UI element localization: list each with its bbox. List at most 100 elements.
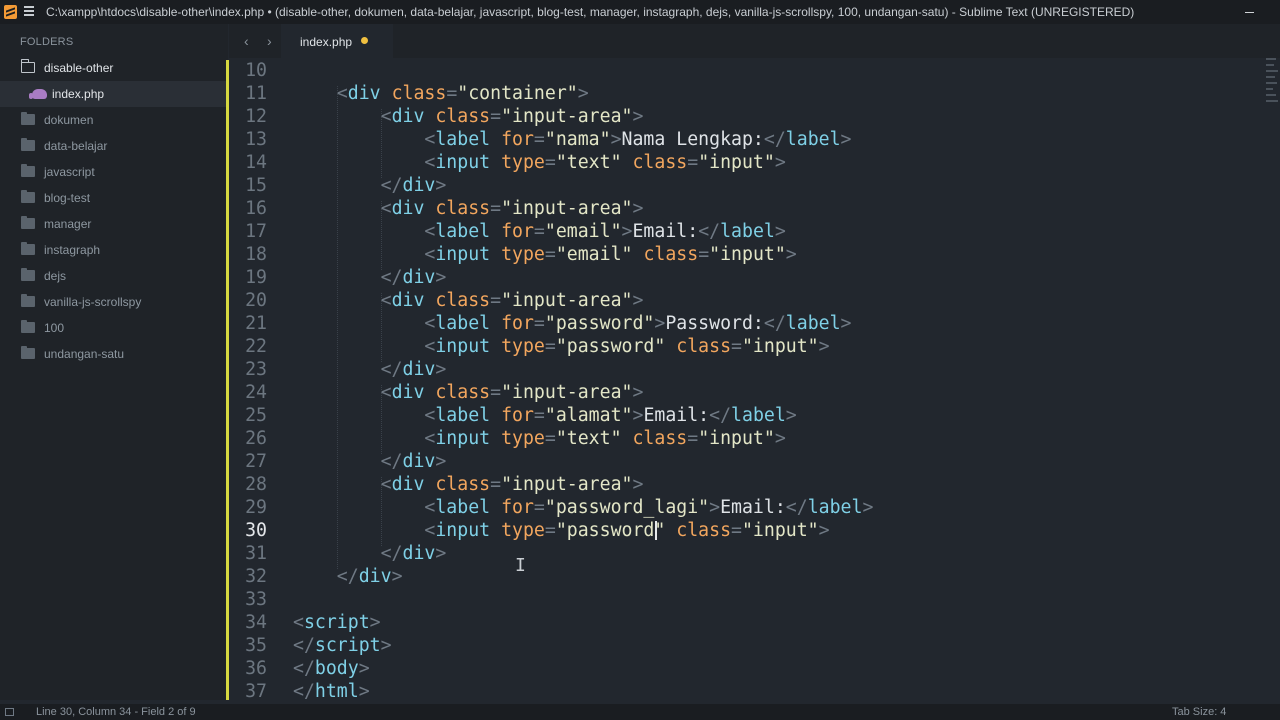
line-number: 32 xyxy=(245,566,267,587)
code-tag: label xyxy=(435,405,491,426)
tab-next-arrow-icon[interactable]: › xyxy=(267,33,272,49)
code-line[interactable]: 20 <div class="input-area"> xyxy=(229,289,1259,312)
code-bracket: = xyxy=(490,198,502,219)
code-line[interactable]: 33 xyxy=(229,588,1259,611)
code-bracket: </ xyxy=(293,451,403,472)
sidebar-folder-item[interactable]: blog-test xyxy=(0,185,226,211)
code-bracket: </ xyxy=(293,658,315,679)
sidebar-folder-label: 100 xyxy=(44,321,65,335)
code-bracket: > xyxy=(840,129,852,150)
code-attr: class xyxy=(391,83,447,104)
code-line[interactable]: 13 <label for="nama">Nama Lengkap:</labe… xyxy=(229,128,1259,151)
code-bracket: = xyxy=(490,290,502,311)
code-text: Password: xyxy=(665,313,764,334)
code-bracket: < xyxy=(293,221,436,242)
code-bracket: < xyxy=(293,336,436,357)
code-line[interactable]: 18 <input type="email" class="input"> xyxy=(229,243,1259,266)
code-line[interactable]: 32 </div> xyxy=(229,565,1259,588)
code-attr: type xyxy=(501,336,545,357)
code-line[interactable]: 35 </script> xyxy=(229,634,1259,657)
sidebar-folder-item[interactable]: manager xyxy=(0,211,226,237)
minimap[interactable] xyxy=(1266,58,1280,148)
status-bar: Line 30, Column 34 - Field 2 of 9 Tab Si… xyxy=(0,704,1280,720)
code-line[interactable]: 22 <input type="password" class="input"> xyxy=(229,335,1259,358)
sidebar-folder-item[interactable]: javascript xyxy=(0,159,226,185)
code-tag: div xyxy=(391,290,425,311)
code-attr: type xyxy=(501,428,545,449)
tab-prev-arrow-icon[interactable]: ‹ xyxy=(244,33,249,49)
code-line[interactable]: 27 </div> xyxy=(229,450,1259,473)
code-line[interactable]: 17 <label for="email">Email:</label> xyxy=(229,220,1259,243)
code-tag: input xyxy=(435,336,491,357)
code-line[interactable]: 30 <input type="password" class="input"> xyxy=(229,519,1259,542)
code-line[interactable]: 19 </div> xyxy=(229,266,1259,289)
line-number: 35 xyxy=(245,635,267,656)
sidebar-folder-item[interactable]: undangan-satu xyxy=(0,341,226,367)
code-attr: for xyxy=(501,497,534,518)
code-bracket: > xyxy=(632,290,644,311)
unsaved-dot-icon[interactable] xyxy=(361,37,368,44)
code-line[interactable]: 26 <input type="text" class="input"> xyxy=(229,427,1259,450)
code-bracket: </ xyxy=(709,405,732,426)
code-line[interactable]: 12 <div class="input-area"> xyxy=(229,105,1259,128)
tab-size-indicator[interactable]: Tab Size: 4 xyxy=(1172,706,1226,718)
code-bracket: < xyxy=(293,244,436,265)
hamburger-menu-icon[interactable] xyxy=(24,6,34,16)
code-line[interactable]: 21 <label for="password">Password:</labe… xyxy=(229,312,1259,335)
code-line[interactable]: 11 <div class="container"> xyxy=(229,82,1259,105)
code-bracket: > xyxy=(632,198,644,219)
code-content: <label for="password">Password:</label> xyxy=(293,312,851,335)
code-line[interactable]: 28 <div class="input-area"> xyxy=(229,473,1259,496)
code-tag: label xyxy=(731,405,786,426)
code-line[interactable]: 14 <input type="text" class="input"> xyxy=(229,151,1259,174)
code-string: "email" xyxy=(544,221,622,242)
code-tag: script xyxy=(314,635,381,656)
code-tag: label xyxy=(435,497,491,518)
code-line[interactable]: 31 </div> xyxy=(229,542,1259,565)
sidebar-folder-item[interactable]: 100 xyxy=(0,315,226,341)
code-line[interactable]: 24 <div class="input-area"> xyxy=(229,381,1259,404)
code-bracket: < xyxy=(293,612,304,633)
sidebar-folder-item[interactable]: data-belajar xyxy=(0,133,226,159)
minimize-button[interactable] xyxy=(1240,3,1260,21)
sidebar-file-index-php[interactable]: index.php xyxy=(0,81,226,107)
cursor-position[interactable]: Line 30, Column 34 - Field 2 of 9 xyxy=(36,706,196,718)
line-number: 23 xyxy=(245,359,267,380)
code-bracket: = xyxy=(544,428,556,449)
code-tag: div xyxy=(391,106,425,127)
code-line[interactable]: 10 xyxy=(229,59,1259,82)
code-content: </html> xyxy=(293,680,370,703)
code-bracket: > xyxy=(709,497,721,518)
code-content: <label for="alamat">Email:</label> xyxy=(293,404,796,427)
code-line[interactable]: 34 <script> xyxy=(229,611,1259,634)
panel-toggle-icon[interactable] xyxy=(5,708,14,716)
code-bracket: < xyxy=(293,474,392,495)
sidebar-folder-disable-other[interactable]: disable-other xyxy=(0,55,226,81)
indent-guide xyxy=(381,385,382,454)
sidebar-folder-item[interactable]: vanilla-js-scrollspy xyxy=(0,289,226,315)
tab-index-php[interactable]: index.php xyxy=(281,24,393,58)
code-editor[interactable]: 10 11 <div class="container"> 12 <div clas… xyxy=(229,58,1265,703)
sidebar-folder-item[interactable]: instagraph xyxy=(0,237,226,263)
sidebar-folder-item[interactable]: dejs xyxy=(0,263,226,289)
sidebar-folder-label: dokumen xyxy=(44,113,94,127)
code-line[interactable]: 15 </div> xyxy=(229,174,1259,197)
code-line[interactable]: 36 </body> xyxy=(229,657,1259,680)
code-content: </div> xyxy=(293,358,447,381)
code-line[interactable]: 29 <label for="password_lagi">Email:</la… xyxy=(229,496,1259,519)
code-line[interactable]: 16 <div class="input-area"> xyxy=(229,197,1259,220)
sidebar-folder-item[interactable]: dokumen xyxy=(0,107,226,133)
code-tag: div xyxy=(391,474,425,495)
code-tag: script xyxy=(303,612,370,633)
code-bracket: = xyxy=(687,152,699,173)
code-line[interactable]: 23 </div> xyxy=(229,358,1259,381)
code-line[interactable]: 37 </html> xyxy=(229,680,1259,703)
code-line[interactable]: 25 <label for="alamat">Email:</label> xyxy=(229,404,1259,427)
